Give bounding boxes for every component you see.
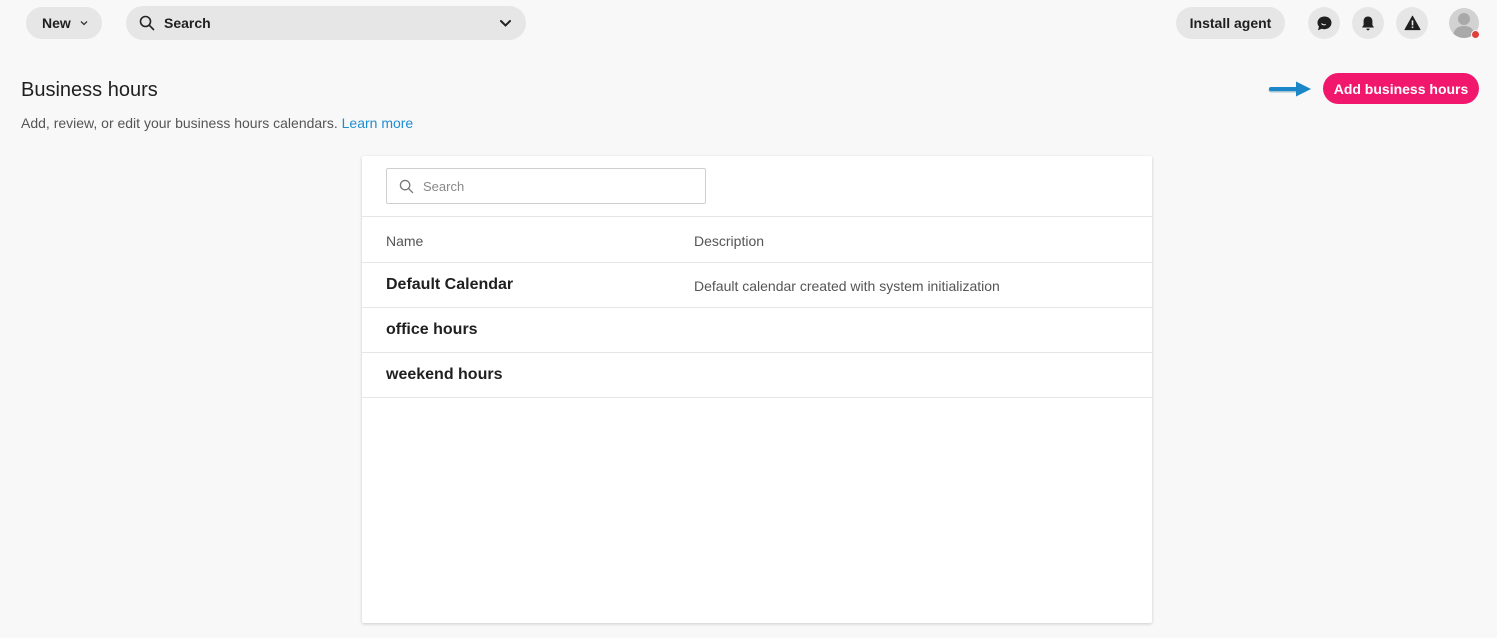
alerts-button[interactable]: [1396, 7, 1428, 39]
calendar-search[interactable]: [386, 168, 706, 204]
add-business-hours-button[interactable]: Add business hours: [1323, 73, 1479, 104]
page-title: Business hours: [21, 79, 158, 101]
chevron-down-icon: [80, 21, 88, 26]
install-agent-button[interactable]: Install agent: [1176, 7, 1285, 39]
learn-more-link[interactable]: Learn more: [342, 115, 414, 131]
notifications-button[interactable]: [1352, 7, 1384, 39]
table-row[interactable]: office hours: [362, 308, 1152, 353]
table-row[interactable]: Default Calendar Default calendar create…: [362, 263, 1152, 308]
arrow-right-icon: [1268, 81, 1311, 97]
calendar-search-input[interactable]: [423, 178, 683, 194]
column-header-description[interactable]: Description: [694, 233, 764, 249]
business-hours-panel: Name Description Default Calendar Defaul…: [362, 156, 1152, 623]
chat-bubble-icon: [1317, 16, 1331, 30]
new-button-label: New: [42, 15, 71, 31]
chat-button[interactable]: [1308, 7, 1340, 39]
new-button[interactable]: New: [26, 7, 102, 39]
warning-icon: [1404, 15, 1420, 31]
bell-icon: [1362, 16, 1374, 30]
global-search-label: Search: [164, 15, 211, 31]
calendar-name[interactable]: office hours: [386, 321, 478, 339]
page-subtitle: Add, review, or edit your business hours…: [21, 115, 413, 131]
table-row[interactable]: weekend hours: [362, 353, 1152, 398]
top-bar: New Search Install agent: [0, 0, 1497, 46]
page-subtitle-text: Add, review, or edit your business hours…: [21, 115, 338, 131]
global-search[interactable]: Search: [126, 6, 526, 40]
column-header-name[interactable]: Name: [386, 233, 423, 249]
search-icon: [399, 179, 414, 193]
install-agent-label: Install agent: [1189, 15, 1272, 31]
add-business-hours-label: Add business hours: [1333, 80, 1469, 97]
status-dot: [1471, 30, 1480, 39]
search-icon: [139, 15, 155, 31]
calendar-name[interactable]: weekend hours: [386, 366, 502, 384]
chevron-down-icon[interactable]: [499, 17, 512, 30]
calendar-name[interactable]: Default Calendar: [386, 276, 513, 294]
divider: [362, 216, 1152, 217]
calendar-description: Default calendar created with system ini…: [694, 278, 1000, 294]
